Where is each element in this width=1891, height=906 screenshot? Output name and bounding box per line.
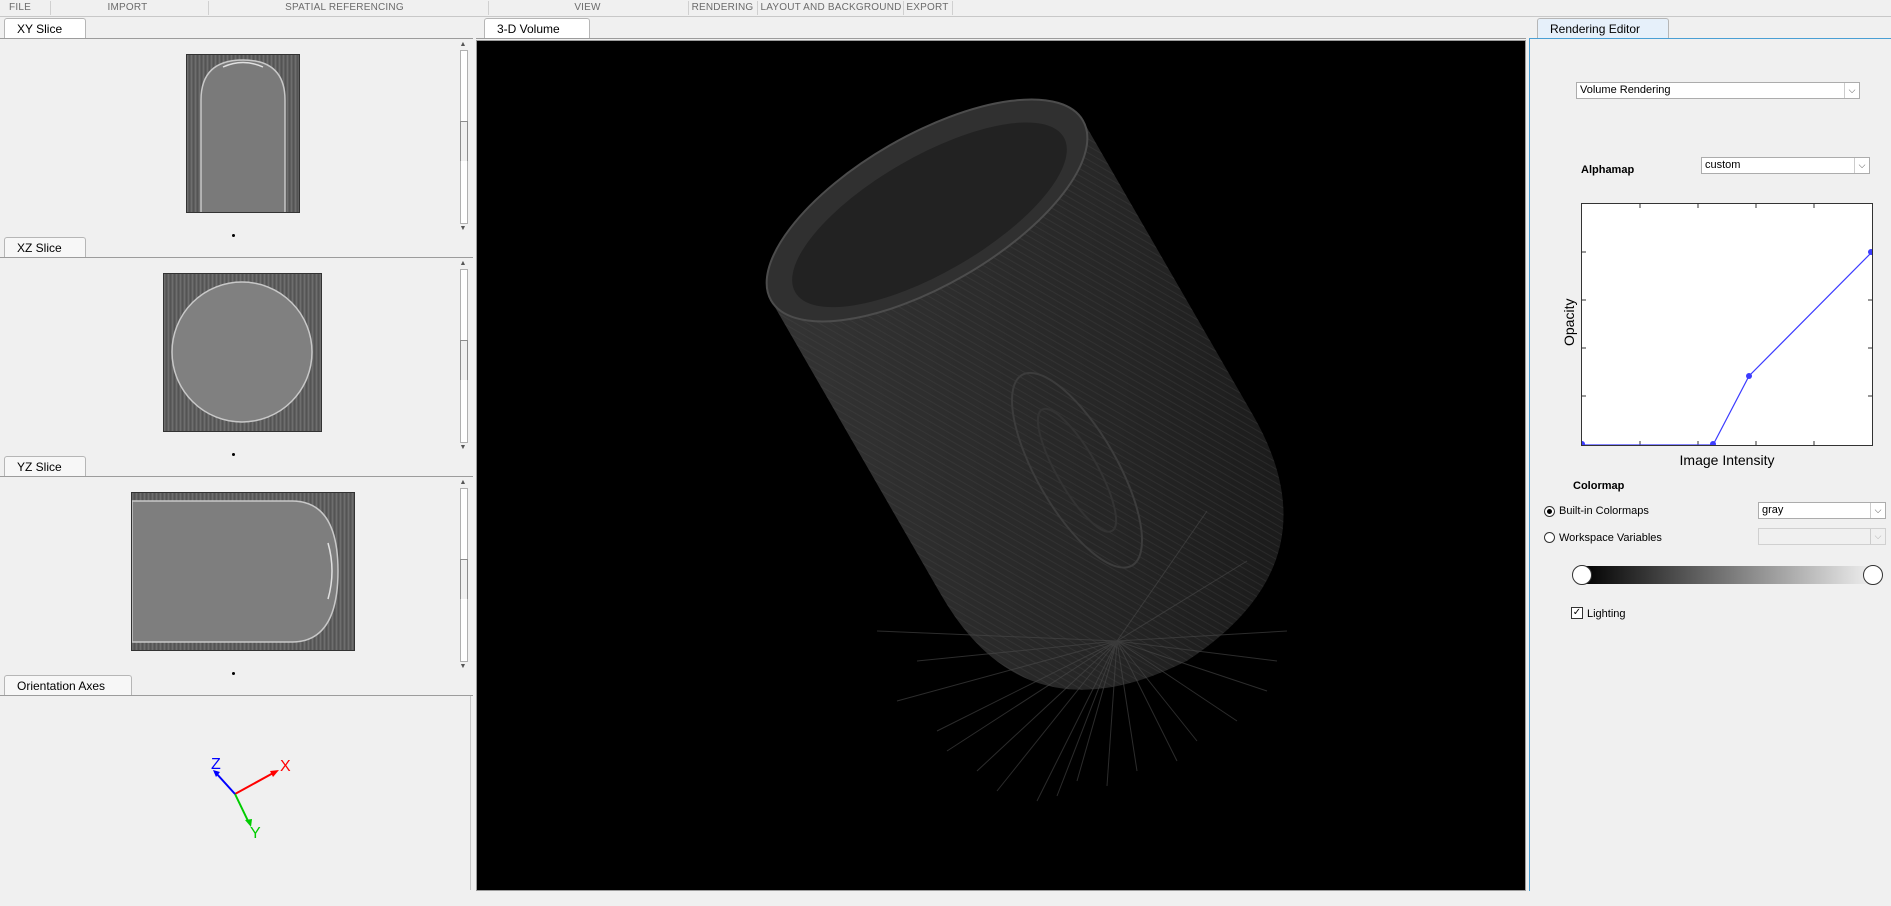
builtin-colormap-value: gray (1762, 504, 1784, 516)
xy-slice-scrollbar[interactable]: ▲ ▼ (458, 41, 468, 233)
x-axis (234, 771, 276, 795)
toolstrip-separator (488, 1, 489, 15)
colormap-left-handle[interactable] (1572, 565, 1592, 585)
toolstrip: FILE IMPORT SPATIAL REFERENCING VIEW REN… (0, 0, 1891, 17)
toolstrip-separator (903, 1, 904, 15)
volume-viewport[interactable] (476, 40, 1526, 891)
toolstrip-layout-and-background[interactable]: LAYOUT AND BACKGROUND (759, 0, 903, 16)
builtin-colormaps-radio[interactable] (1544, 506, 1555, 517)
toolstrip-separator (688, 1, 689, 15)
toolstrip-file[interactable]: FILE (0, 0, 40, 16)
scroll-thumb[interactable] (460, 121, 468, 161)
lighting-label: Lighting (1587, 608, 1626, 620)
workspace-variable-dropdown[interactable]: ⌵ (1758, 528, 1886, 545)
tab-underline (1529, 38, 1891, 39)
alphamap-label: Alphamap (1581, 164, 1635, 176)
toolstrip-rendering[interactable]: RENDERING (690, 0, 755, 16)
tab-rendering-editor[interactable]: Rendering Editor (1537, 18, 1669, 38)
xy-slice-panel: ▲ ▼ (0, 39, 473, 237)
z-axis-label: Z (211, 756, 221, 773)
tab-orientation-axes[interactable]: Orientation Axes (4, 675, 132, 695)
toolstrip-spatial-referencing[interactable]: SPATIAL REFERENCING (212, 0, 477, 16)
orientation-axes-widget[interactable]: X Y Z (200, 751, 300, 841)
toolstrip-export[interactable]: EXPORT (905, 0, 950, 16)
alphamap-curve[interactable] (1582, 251, 1873, 446)
builtin-colormaps-label: Built-in Colormaps (1559, 505, 1649, 517)
xy-slice-image (186, 54, 300, 213)
tab-yz-slice[interactable]: YZ Slice (4, 456, 86, 476)
toolstrip-separator (208, 1, 209, 15)
plot-ylabel: Opacity (1561, 298, 1577, 346)
yz-slice-scrollbar[interactable]: ▲ ▼ (458, 479, 468, 671)
control-point[interactable] (1868, 249, 1874, 255)
alphamap-dropdown[interactable]: custom ⌵ (1701, 157, 1870, 174)
scroll-up-icon[interactable]: ▲ (458, 479, 468, 487)
slice-marker (232, 234, 235, 237)
toolstrip-separator (757, 1, 758, 15)
control-point[interactable] (1746, 373, 1752, 379)
chevron-down-icon: ⌵ (1870, 529, 1885, 544)
scroll-thumb[interactable] (460, 559, 468, 599)
plot-xlabel: Image Intensity (1679, 452, 1775, 468)
volume-render (765, 98, 1288, 802)
y-axis-label: Y (250, 825, 261, 841)
scroll-thumb[interactable] (460, 340, 468, 380)
scroll-down-icon[interactable]: ▼ (458, 444, 468, 452)
toolstrip-import[interactable]: IMPORT (55, 0, 200, 16)
tab-underline (476, 38, 1526, 39)
scroll-up-icon[interactable]: ▲ (458, 260, 468, 268)
scroll-down-icon[interactable]: ▼ (458, 225, 468, 233)
tab-xy-slice[interactable]: XY Slice (4, 18, 86, 38)
xz-slice-panel: ▲ ▼ (0, 258, 473, 456)
scroll-up-icon[interactable]: ▲ (458, 41, 468, 49)
lighting-checkbox[interactable]: ✓ (1571, 607, 1583, 619)
xz-slice-image (163, 273, 322, 432)
toolstrip-separator (952, 1, 953, 15)
tab-3d-volume[interactable]: 3-D Volume (484, 18, 590, 38)
chevron-down-icon: ⌵ (1844, 83, 1859, 98)
rendering-style-dropdown[interactable]: Volume Rendering ⌵ (1576, 82, 1860, 99)
workspace-variables-radio[interactable] (1544, 532, 1555, 543)
alphamap-curve-svg[interactable] (1579, 204, 1874, 447)
slice-marker (232, 672, 235, 675)
scroll-down-icon[interactable]: ▼ (458, 663, 468, 671)
chevron-down-icon: ⌵ (1870, 503, 1885, 518)
colormap-bar[interactable] (1582, 566, 1874, 584)
alphamap-plot[interactable] (1579, 203, 1874, 447)
workspace-variables-label: Workspace Variables (1559, 532, 1662, 544)
yz-slice-image (131, 492, 355, 651)
yz-slice-panel: ▲ ▼ (0, 477, 473, 675)
panel-left-border (1529, 39, 1530, 891)
x-axis-label: X (280, 758, 291, 775)
colormap-right-handle[interactable] (1863, 565, 1883, 585)
builtin-colormap-dropdown[interactable]: gray ⌵ (1758, 502, 1886, 519)
chevron-down-icon: ⌵ (1854, 158, 1869, 173)
alphamap-value: custom (1705, 159, 1741, 171)
xz-slice-scrollbar[interactable]: ▲ ▼ (458, 260, 468, 452)
control-point[interactable] (1579, 441, 1585, 447)
toolstrip-view[interactable]: VIEW (490, 0, 685, 16)
tab-xz-slice[interactable]: XZ Slice (4, 237, 86, 257)
colormap-label: Colormap (1573, 480, 1625, 492)
toolstrip-separator (50, 1, 51, 15)
rendering-style-value: Volume Rendering (1580, 84, 1671, 96)
orientation-axes-panel: X Y Z (0, 696, 471, 890)
x-axis-arrow-icon (270, 770, 279, 777)
z-axis (215, 772, 236, 795)
y-axis (234, 793, 250, 824)
slice-marker (232, 453, 235, 456)
